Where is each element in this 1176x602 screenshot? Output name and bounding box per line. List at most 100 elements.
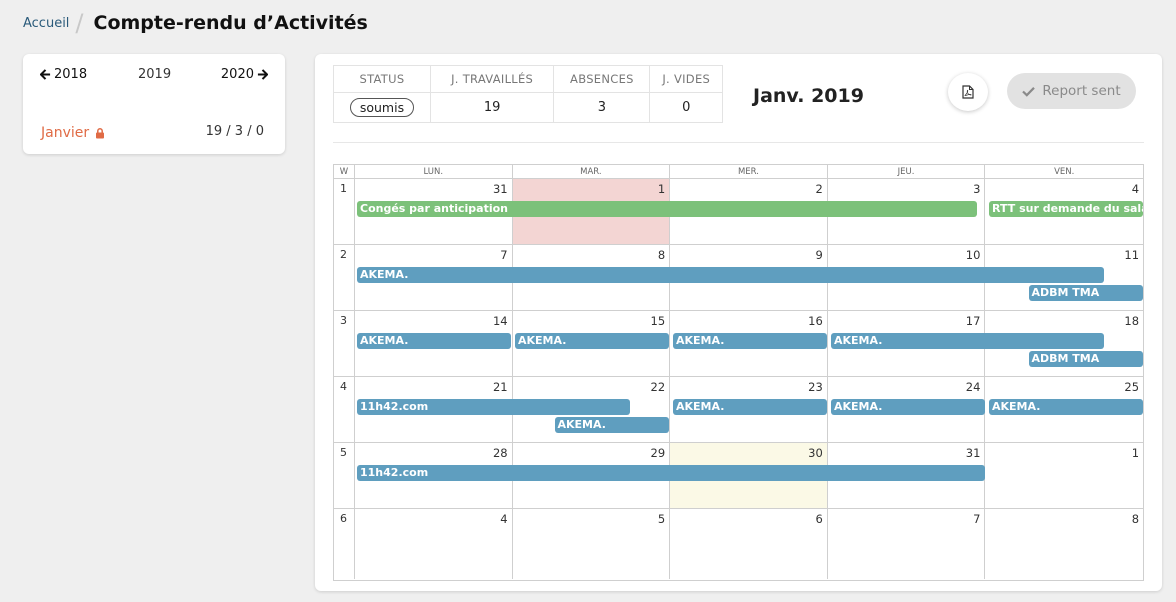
day-number: 1 (1131, 446, 1140, 460)
day-number: 18 (1124, 314, 1140, 328)
calendar-event[interactable]: AKEMA. (831, 333, 1104, 349)
report-sent-label: Report sent (1042, 83, 1121, 99)
month-calendar: W LUN. MAR. MER. JEU. VEN. 1 31 1 2 3 4 2 7 8 9 10… (333, 164, 1144, 581)
day-number: 25 (1124, 380, 1140, 394)
day-number: 28 (492, 446, 508, 460)
day-number: 7 (973, 512, 981, 526)
status-badge: soumis (349, 98, 415, 117)
week-number: 1 (334, 179, 355, 244)
divider (333, 142, 1144, 143)
empty-days-value: 0 (649, 92, 723, 123)
month-label: Janvier (41, 125, 90, 141)
page-title: Compte-rendu d’Activités (93, 12, 368, 34)
day-number: 31 (492, 182, 508, 196)
calendar-event[interactable]: AKEMA. (831, 399, 985, 415)
worked-days-value: 19 (429, 92, 555, 123)
day-number: 31 (965, 446, 981, 460)
report-card: STATUS J. TRAVAILLÉS ABSENCES J. VIDES s… (315, 54, 1162, 591)
day-header-mer: MER. (670, 165, 828, 179)
day-number: 6 (815, 512, 823, 526)
next-year-label: 2020 (220, 67, 254, 82)
day-number: 11 (1124, 248, 1140, 262)
breadcrumb: Accueil / Compte-rendu d’Activités (23, 10, 368, 36)
day-number: 24 (965, 380, 981, 394)
day-number: 4 (1131, 182, 1140, 196)
day-number: 22 (650, 380, 666, 394)
year-selector-card: 2018 2019 2020 Janvier 19 / 3 / 0 (23, 54, 285, 154)
day-number: 16 (808, 314, 823, 328)
pdf-export-button[interactable] (948, 73, 988, 111)
breadcrumb-home-link[interactable]: Accueil (23, 16, 69, 31)
day-number: 21 (492, 380, 508, 394)
day-header-ven: VEN. (985, 165, 1143, 179)
calendar-day-cell[interactable]: 8 (985, 509, 1143, 579)
week-number: 6 (334, 509, 355, 579)
absences-header: ABSENCES (553, 65, 651, 93)
calendar-day-cell[interactable]: 7 (828, 509, 986, 579)
day-number: 23 (808, 380, 823, 394)
calendar-week-row: 6 4 5 6 7 8 (334, 509, 1143, 579)
breadcrumb-separator: / (75, 9, 84, 37)
empty-days-header: J. VIDES (649, 65, 723, 93)
day-number: 8 (1131, 512, 1140, 526)
day-number: 17 (965, 314, 981, 328)
day-number: 3 (973, 182, 981, 196)
week-number: 3 (334, 311, 355, 376)
week-number: 5 (334, 443, 355, 508)
day-number: 14 (492, 314, 508, 328)
absences-value: 3 (553, 92, 651, 123)
calendar-event[interactable]: ADBM TMA (1028, 351, 1143, 367)
calendar-event[interactable]: AKEMA. (554, 417, 669, 433)
calendar-day-cell[interactable]: 4 (355, 509, 513, 579)
calendar-day-cell[interactable]: 6 (670, 509, 828, 579)
day-number: 30 (808, 446, 823, 460)
week-number: 4 (334, 377, 355, 442)
day-header-jeu: JEU. (827, 165, 986, 179)
week-column-header: W (334, 165, 355, 179)
calendar-event[interactable]: AKEMA. (989, 399, 1143, 415)
day-number: 15 (650, 314, 666, 328)
day-number: 7 (500, 248, 508, 262)
arrow-left-icon (40, 69, 51, 80)
calendar-event[interactable]: AKEMA. (515, 333, 669, 349)
calendar-event[interactable]: 11h42.com (357, 465, 985, 481)
calendar-event[interactable]: AKEMA. (673, 333, 827, 349)
day-number: 8 (657, 248, 666, 262)
day-number: 29 (650, 446, 666, 460)
calendar-event[interactable]: AKEMA. (357, 333, 511, 349)
calendar-event[interactable]: AKEMA. (673, 399, 827, 415)
status-header: STATUS (333, 65, 431, 93)
month-stats: 19 / 3 / 0 (205, 124, 264, 139)
day-header-lun: LUN. (354, 165, 513, 179)
current-year-label: 2019 (138, 67, 172, 82)
worked-days-header: J. TRAVAILLÉS (429, 65, 555, 93)
week-number: 2 (334, 245, 355, 310)
calendar-event[interactable]: ADBM TMA (1028, 285, 1143, 301)
report-sent-button[interactable]: Report sent (1007, 73, 1136, 109)
lock-icon (96, 127, 105, 138)
status-cell: soumis (333, 92, 431, 123)
month-item-janvier[interactable]: Janvier (41, 125, 105, 141)
calendar-event[interactable]: RTT sur demande du salarié (989, 201, 1143, 217)
calendar-event[interactable]: AKEMA. (357, 267, 1104, 283)
day-number: 2 (815, 182, 823, 196)
check-icon (1022, 86, 1036, 97)
calendar-day-cell[interactable]: 1 (985, 443, 1143, 508)
calendar-day-cell[interactable]: 5 (513, 509, 671, 579)
day-number: 9 (815, 248, 823, 262)
calendar-header: W LUN. MAR. MER. JEU. VEN. (334, 165, 1143, 179)
stats-table: STATUS J. TRAVAILLÉS ABSENCES J. VIDES s… (333, 65, 723, 123)
day-header-mar: MAR. (512, 165, 671, 179)
pdf-file-icon (962, 85, 974, 99)
prev-year-label: 2018 (54, 67, 88, 82)
day-number: 1 (657, 182, 666, 196)
prev-year-button[interactable]: 2018 (40, 67, 87, 82)
day-number: 10 (965, 248, 981, 262)
month-title: Janv. 2019 (753, 85, 864, 107)
day-number: 4 (500, 512, 508, 526)
calendar-event[interactable]: 11h42.com (357, 399, 630, 415)
next-year-button[interactable]: 2020 (221, 67, 268, 82)
arrow-right-icon (257, 69, 268, 80)
calendar-event[interactable]: Congés par anticipation (357, 201, 978, 217)
day-number: 5 (657, 512, 666, 526)
